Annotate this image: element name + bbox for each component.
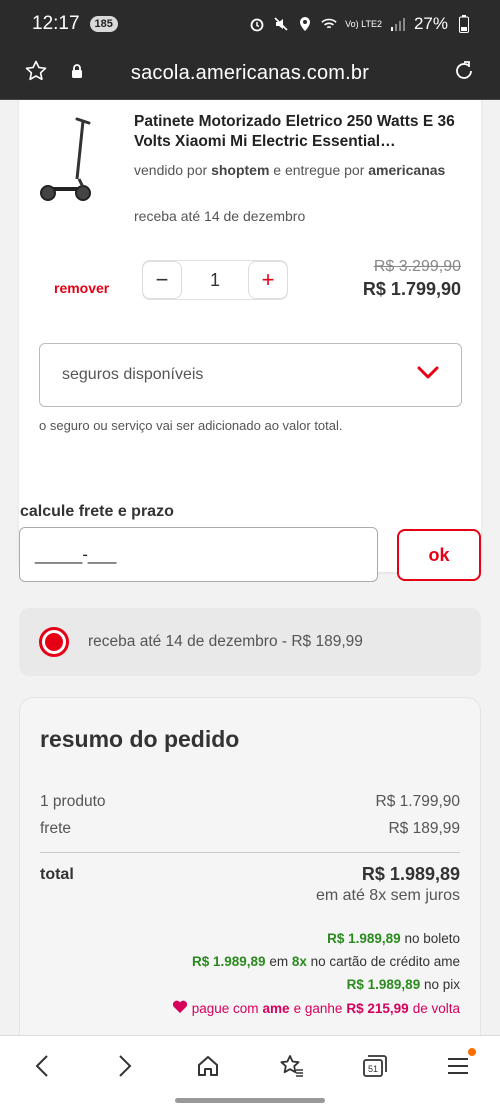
product-title[interactable]: Patinete Motorizado Eletrico 250 Watts E… <box>134 112 464 152</box>
location-icon <box>297 16 313 32</box>
home-icon <box>198 1056 219 1076</box>
product-card: Patinete Motorizado Eletrico 250 Watts E… <box>19 100 481 572</box>
boleto-value: R$ 1.989,89 <box>327 931 401 946</box>
scooter-image[interactable] <box>39 115 93 207</box>
home-indicator[interactable] <box>175 1098 325 1103</box>
reload-icon[interactable] <box>452 59 476 88</box>
summary-divider <box>40 852 460 853</box>
bookmarks-button[interactable] <box>272 1050 312 1082</box>
menu-button[interactable] <box>438 1048 478 1082</box>
payment-card: R$ 1.989,89 em 8x no cartão de crédito a… <box>192 954 460 969</box>
old-price: R$ 3.299,90 <box>373 258 461 275</box>
quantity-stepper: − 1 + <box>142 260 288 300</box>
cart-content: Patinete Motorizado Eletrico 250 Watts E… <box>0 100 500 1035</box>
boleto-text: no boleto <box>404 931 460 946</box>
menu-notification-dot <box>468 1048 477 1056</box>
delivered-by-prefix: e entregue por <box>273 162 365 178</box>
payment-pix: R$ 1.989,89 no pix <box>347 977 460 992</box>
ame-suffix: de volta <box>412 1001 460 1016</box>
payment-boleto: R$ 1.989,89 no boleto <box>327 931 460 946</box>
summary-row-label: frete <box>40 820 72 837</box>
svg-text:51: 51 <box>368 1064 378 1074</box>
product-delivery-estimate: receba até 14 de dezembro <box>134 208 306 224</box>
lock-icon[interactable] <box>70 63 84 84</box>
status-icons: Vo) LTE2 27% <box>249 14 472 34</box>
home-button[interactable] <box>188 1050 228 1082</box>
decrease-quantity-button[interactable]: − <box>142 261 182 299</box>
ame-mid: e ganhe <box>293 1001 343 1016</box>
pix-text: no pix <box>423 977 460 992</box>
pix-value: R$ 1.989,89 <box>346 977 421 992</box>
status-bar: 12:17 185 Vo) LTE2 27% <box>0 0 500 48</box>
card-value: R$ 1.989,89 <box>192 954 266 969</box>
summary-row-value: R$ 1.799,90 <box>375 793 460 810</box>
product-seller-line: vendido por shoptem e entregue por ameri… <box>134 162 445 178</box>
mute-icon <box>273 16 289 32</box>
network-type-label: Vo) LTE2 <box>345 18 382 29</box>
radio-selected-dot <box>45 633 63 651</box>
hamburger-menu-icon <box>448 1058 469 1074</box>
seller-prefix: vendido por <box>134 162 208 178</box>
order-summary-title: resumo do pedido <box>40 726 240 752</box>
total-label: total <box>40 866 74 883</box>
ame-brand: ame <box>262 1001 290 1016</box>
chevron-down-icon <box>417 366 439 385</box>
summary-row-freight: frete R$ 189,99 <box>40 820 460 838</box>
forward-button[interactable] <box>105 1050 145 1082</box>
card-mid: em <box>269 954 289 969</box>
calculate-freight-button[interactable]: ok <box>397 529 481 581</box>
total-value: R$ 1.989,89 <box>361 864 460 884</box>
installments-text: em até 8x sem juros <box>315 887 460 904</box>
delivered-by-name: americanas <box>368 162 446 178</box>
insurance-select[interactable]: seguros disponíveis <box>39 343 462 407</box>
insurance-select-label: seguros disponíveis <box>62 366 204 383</box>
ame-prefix: pague com <box>191 1001 259 1016</box>
notification-count-badge: 185 <box>89 16 118 32</box>
chevron-right-icon <box>119 1055 132 1077</box>
back-button[interactable] <box>22 1050 62 1082</box>
insurance-note: o seguro ou serviço vai ser adicionado a… <box>39 418 343 433</box>
tabs-button[interactable]: 51 <box>355 1050 395 1082</box>
status-time: 12:17 <box>32 13 80 34</box>
signal-icon <box>390 16 406 32</box>
battery-icon <box>456 15 472 33</box>
star-list-icon <box>280 1055 303 1077</box>
summary-row-label: 1 produto <box>40 793 106 810</box>
wifi-icon <box>321 16 337 32</box>
freight-section-title: calcule frete e prazo <box>20 503 174 520</box>
remove-item-button[interactable]: remover <box>54 280 109 296</box>
quantity-value: 1 <box>209 269 220 290</box>
seller-name[interactable]: shoptem <box>211 162 269 178</box>
ame-heart-icon <box>172 1000 188 1017</box>
card-text: no cartão de crédito ame <box>310 954 460 969</box>
cep-input[interactable]: _____-___ <box>19 527 378 582</box>
bookmark-star-icon[interactable] <box>24 59 48 88</box>
chevron-left-icon <box>35 1055 48 1077</box>
alarm-icon <box>249 16 265 32</box>
shipping-option-label: receba até 14 de dezembro - R$ 189,99 <box>88 633 363 650</box>
increase-quantity-button[interactable]: + <box>248 261 288 299</box>
shipping-radio[interactable] <box>39 627 69 657</box>
browser-url-bar: sacola.americanas.com.br <box>0 48 500 100</box>
order-summary-card: resumo do pedido 1 produto R$ 1.799,90 f… <box>19 697 481 1035</box>
payment-ame: pague com ame e ganhe R$ 215,99 de volta <box>172 1000 460 1017</box>
summary-row-value: R$ 189,99 <box>388 820 460 837</box>
tabs-icon: 51 <box>363 1055 387 1077</box>
shipping-option[interactable]: receba até 14 de dezembro - R$ 189,99 <box>19 608 481 676</box>
current-price: R$ 1.799,90 <box>362 279 461 299</box>
ame-cashback: R$ 215,99 <box>346 1001 409 1016</box>
summary-row-products: 1 produto R$ 1.799,90 <box>40 793 460 811</box>
card-installments: 8x <box>291 954 307 969</box>
battery-percent: 27% <box>413 14 448 33</box>
